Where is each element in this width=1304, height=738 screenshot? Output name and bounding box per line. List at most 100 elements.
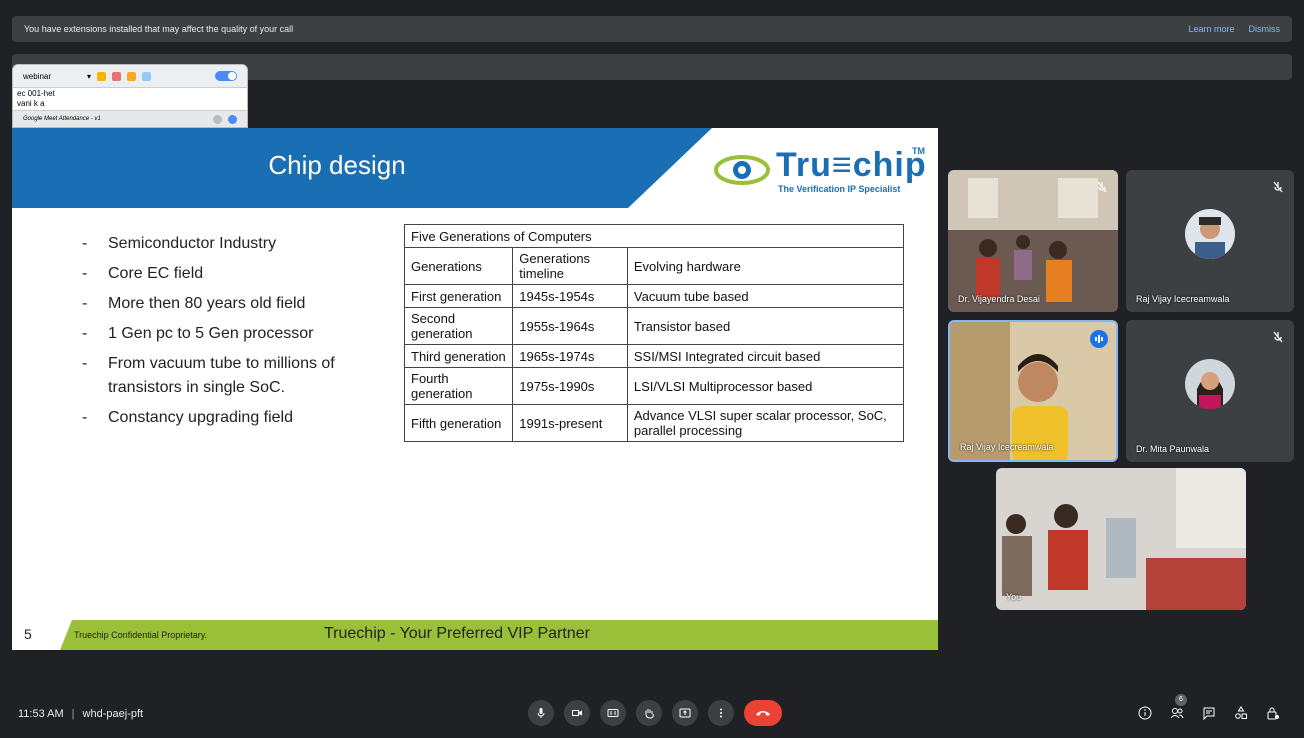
side-panel-controls: 6: [1136, 694, 1282, 722]
camera-button[interactable]: [564, 700, 590, 726]
participant-tile-mita[interactable]: Dr. Mita Paunwala: [1126, 320, 1294, 462]
tracking-toggle[interactable]: [215, 71, 237, 81]
banner-message: You have extensions installed that may a…: [24, 24, 294, 34]
participant-count-badge: 6: [1175, 694, 1187, 706]
participant-tile-raj-vijay[interactable]: Raj Vijay Icecreamwala: [1126, 170, 1294, 312]
participant-name: You: [1006, 592, 1022, 602]
list-item: Core EC field: [82, 262, 382, 286]
table-cell: Second generation: [403, 307, 514, 345]
extension-footer: Google Meet Attendance - v1: [23, 116, 101, 122]
chat-button[interactable]: [1200, 704, 1218, 722]
muted-mic-icon: [1096, 180, 1108, 193]
info-icon: [1138, 706, 1152, 720]
edit-icon[interactable]: [142, 71, 151, 81]
raise-hand-button[interactable]: [636, 700, 662, 726]
meeting-details-button[interactable]: [1136, 704, 1154, 722]
chevron-down-icon: ▾: [86, 71, 91, 81]
bullet-list: Semiconductor Industry Core EC field Mor…: [82, 232, 382, 436]
truechip-logo: Tru≡chip TM The Verification IP Speciali…: [712, 146, 932, 198]
table-caption: Five Generations of Computers: [404, 224, 904, 248]
delete-icon[interactable]: [112, 71, 121, 81]
present-icon: [679, 708, 691, 718]
people-icon: [1170, 708, 1184, 719]
attendee-list[interactable]: ec 001-het vani k a: [13, 87, 247, 111]
chat-icon: [1203, 707, 1215, 720]
more-options-button[interactable]: [708, 700, 734, 726]
confidential-notice: Truechip Confidential Proprietary.: [74, 630, 208, 640]
learn-more-link[interactable]: Learn more: [1188, 24, 1234, 34]
more-vert-icon: [720, 708, 722, 718]
column-header: Evolving hardware: [626, 247, 905, 285]
table-cell: Fourth generation: [403, 367, 514, 405]
people-button[interactable]: 6: [1168, 694, 1187, 722]
list-item: Constancy upgrading field: [82, 406, 382, 430]
table-cell: 1965s-1974s: [512, 344, 628, 368]
generations-table: Five Generations of Computers Generation…: [403, 224, 905, 442]
column-header: Generations: [403, 247, 514, 285]
settings-icon[interactable]: [213, 114, 222, 124]
list-item: 1 Gen pc to 5 Gen processor: [82, 322, 382, 346]
table-cell: LSI/VLSI Multiprocessor based: [626, 367, 905, 405]
hand-icon: [645, 709, 654, 719]
table-cell: First generation: [403, 284, 514, 308]
presentation-slide: Chip design Tru≡chip TM The Verification…: [12, 128, 938, 650]
slide-footer: 5 Truechip Confidential Proprietary. Tru…: [12, 620, 938, 650]
host-controls-button[interactable]: [1264, 704, 1282, 722]
list-item: More then 80 years old field: [82, 292, 382, 316]
slide-title: Chip design: [268, 150, 406, 180]
table-cell: Fifth generation: [403, 404, 514, 442]
end-call-icon: [756, 711, 770, 716]
table-row: Second generation 1955s-1964s Transistor…: [403, 307, 905, 345]
table-cell: 1955s-1964s: [512, 307, 628, 345]
table-cell: Vacuum tube based: [626, 284, 905, 308]
extension-warning-banner: You have extensions installed that may a…: [12, 16, 1292, 42]
participant-tile-raj-vijay-video[interactable]: Raj Vijay Icecreamwala: [948, 320, 1118, 462]
table-cell: 1945s-1954s: [512, 284, 628, 308]
current-time: 11:53 AM: [18, 708, 64, 720]
folder-icon[interactable]: [97, 71, 106, 81]
table-row: Fourth generation 1975s-1990s LSI/VLSI M…: [403, 367, 905, 405]
camera-icon: [572, 710, 582, 716]
table-cell: SSI/MSI Integrated circuit based: [626, 344, 905, 368]
participant-tile-vijayendra[interactable]: Dr. Vijayendra Desai: [948, 170, 1118, 312]
captions-button[interactable]: [600, 700, 626, 726]
table-header-row: Generations Generations timeline Evolvin…: [403, 247, 905, 285]
participant-name: Raj Vijay Icecreamwala: [960, 442, 1054, 452]
list-item: Semiconductor Industry: [82, 232, 382, 256]
notes-icon[interactable]: [127, 71, 136, 81]
activities-button[interactable]: [1232, 704, 1250, 722]
table-cell: 1975s-1990s: [512, 367, 628, 405]
slide-slogan: Truechip - Your Preferred VIP Partner: [324, 625, 590, 642]
microphone-icon: [537, 708, 545, 718]
self-view-tile[interactable]: You: [996, 468, 1246, 610]
present-button[interactable]: [672, 700, 698, 726]
muted-mic-icon: [1272, 330, 1284, 343]
lock-person-icon: [1267, 707, 1279, 720]
participant-name: Raj Vijay Icecreamwala: [1136, 294, 1230, 304]
table-row: Third generation 1965s-1974s SSI/MSI Int…: [403, 344, 905, 368]
dismiss-button[interactable]: Dismiss: [1249, 24, 1281, 34]
activities-icon: [1235, 706, 1247, 719]
leave-call-button[interactable]: [744, 700, 782, 726]
avatar: [1185, 209, 1235, 259]
meeting-code: whd-paej-pft: [82, 708, 144, 720]
attendance-extension-panel: webinar ▾ ec 001-het vani k a Google Mee…: [12, 64, 248, 128]
participant-name: Dr. Mita Paunwala: [1136, 444, 1210, 454]
list-item: From vacuum tube to millions of transist…: [82, 352, 382, 400]
webinar-dropdown[interactable]: webinar ▾: [23, 72, 91, 81]
logo-mark-icon: [714, 155, 770, 185]
microphone-button[interactable]: [528, 700, 554, 726]
dropdown-value: webinar: [23, 71, 52, 81]
table-row: Fifth generation 1991s-present Advance V…: [403, 404, 905, 442]
table-cell: Advance VLSI super scalar processor, SoC…: [626, 404, 905, 442]
table-cell: Third generation: [403, 344, 514, 368]
meeting-details: 11:53 AM | whd-paej-pft: [18, 708, 144, 720]
help-icon[interactable]: [228, 114, 237, 124]
meeting-toolbar: 11:53 AM | whd-paej-pft 6: [0, 690, 1304, 738]
speaking-indicator-icon: [1090, 330, 1108, 348]
table-row: First generation 1945s-1954s Vacuum tube…: [403, 284, 905, 308]
call-controls: [528, 700, 782, 726]
logo-trademark: TM: [912, 146, 925, 156]
classroom-video-icon: [948, 170, 1118, 312]
list-item: vani k a: [17, 99, 45, 108]
